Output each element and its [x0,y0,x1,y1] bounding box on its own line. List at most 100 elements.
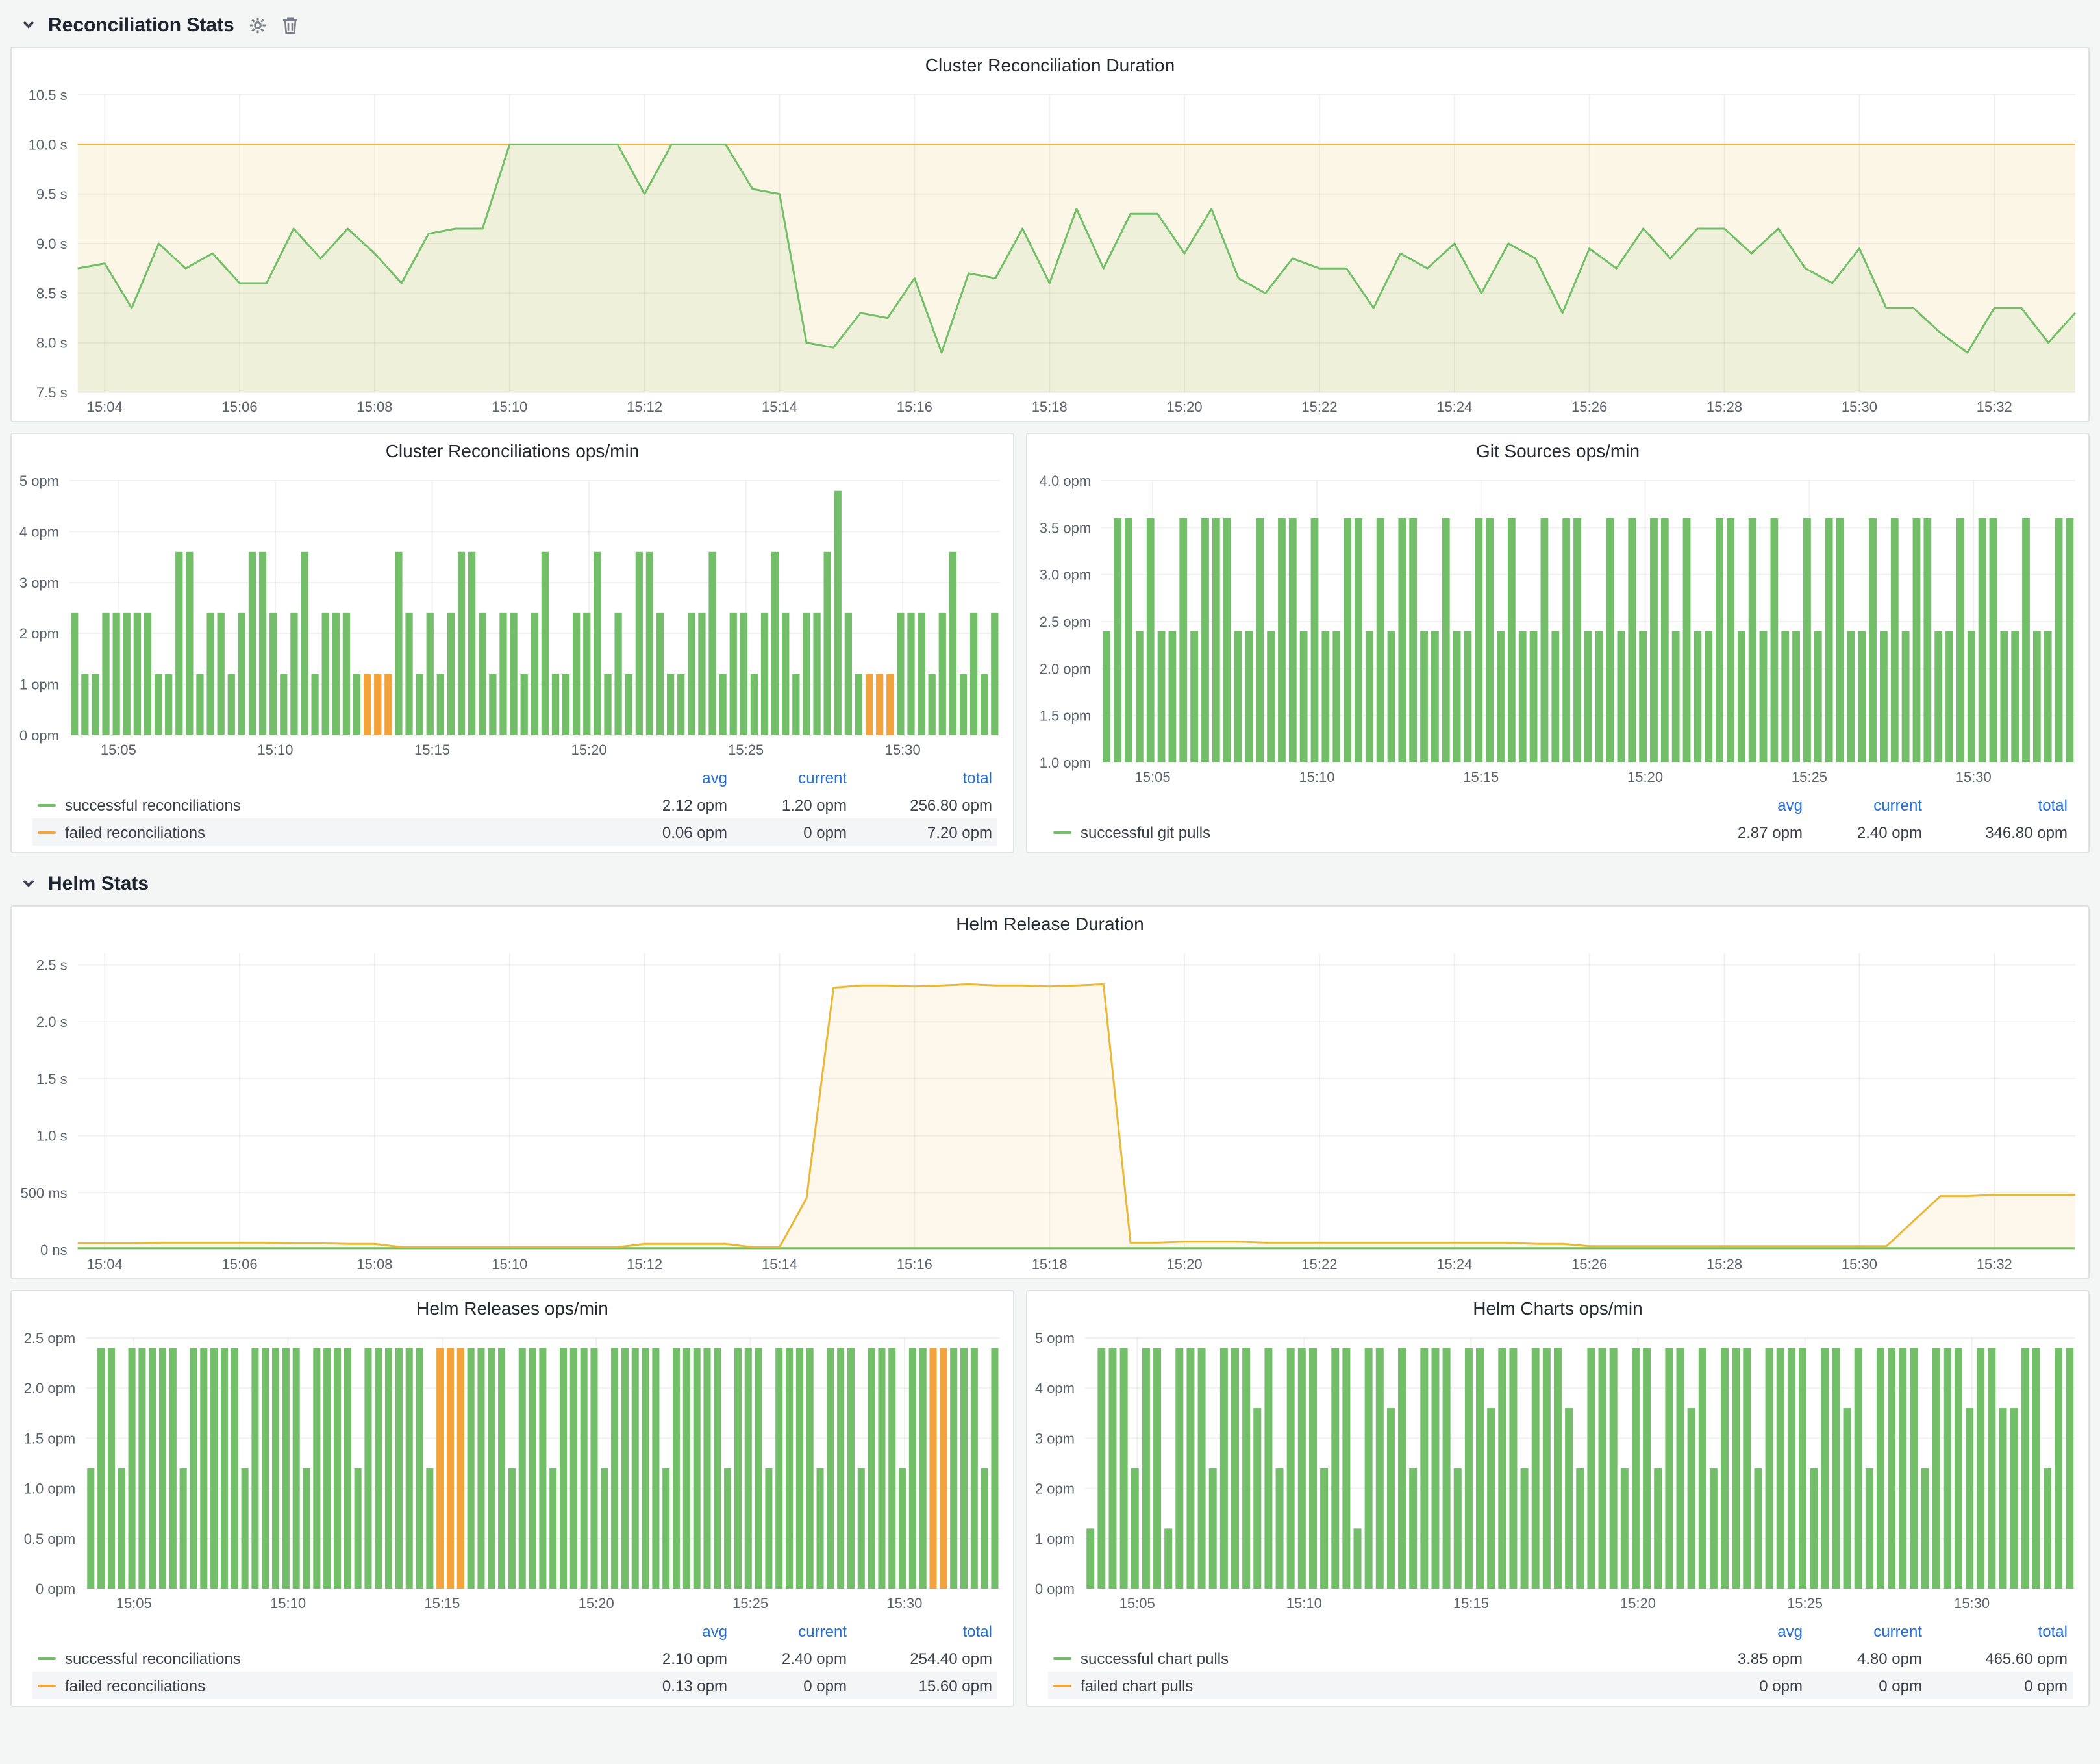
legend-row[interactable]: failed reconciliations0.13 opm0 opm15.60… [32,1672,997,1699]
legend-header: avgcurrenttotal [32,1617,997,1644]
legend-header: avgcurrenttotal [1048,791,2073,818]
series-total: 15.60 opm [847,1676,992,1695]
svg-text:15:25: 15:25 [1792,769,1827,785]
chart-canvas[interactable]: 0 opm1 opm2 opm3 opm4 opm5 opm15:0515:10… [12,468,1013,764]
chart-canvas[interactable]: 1.0 opm1.5 opm2.0 opm2.5 opm3.0 opm3.5 o… [1027,468,2088,791]
svg-text:2.0 opm: 2.0 opm [24,1380,76,1396]
section-header-helm-stats[interactable]: Helm Stats [10,864,2090,903]
svg-text:15:20: 15:20 [1167,1256,1203,1272]
panel-cluster-reconciliation-duration: Cluster Reconciliation Duration 7.5 s8.0… [10,47,2090,422]
series-color-swatch [38,1657,56,1659]
legend-column-header[interactable]: current [727,1622,847,1640]
series-label[interactable]: successful reconciliations [38,796,608,814]
svg-text:15:22: 15:22 [1301,399,1337,415]
series-total: 7.20 opm [847,823,992,841]
panel-title[interactable]: Helm Release Duration [12,907,2088,940]
gear-icon[interactable] [249,15,268,34]
svg-text:15:25: 15:25 [728,742,764,758]
chart-canvas[interactable]: 7.5 s8.0 s8.5 s9.0 s9.5 s10.0 s10.5 s15:… [12,82,2088,421]
legend-column-header[interactable]: total [847,768,992,787]
chart-legend: avgcurrenttotalsuccessful reconciliation… [12,764,1013,852]
series-total: 346.80 opm [1922,823,2068,841]
svg-text:15:15: 15:15 [1463,769,1499,785]
chart-canvas[interactable]: 0 opm0.5 opm1.0 opm1.5 opm2.0 opm2.5 opm… [12,1325,1013,1617]
svg-text:2 opm: 2 opm [19,625,59,642]
dashboard: Reconciliation Stats Cluster Reconciliat… [0,0,2100,1764]
legend-column-header[interactable]: total [1922,1622,2068,1640]
svg-text:15:12: 15:12 [627,1256,662,1272]
legend-column-header[interactable]: avg [608,1622,727,1640]
svg-text:0.5 opm: 0.5 opm [24,1531,76,1547]
panel-helm-release-duration: Helm Release Duration 0 ns500 ms1.0 s1.5… [10,905,2090,1279]
svg-text:15:20: 15:20 [1620,1595,1656,1611]
legend-column-header[interactable]: current [1803,1622,1922,1640]
panel-cluster-reconciliations-opm: Cluster Reconciliations ops/min 0 opm1 o… [10,433,1014,853]
svg-text:1 opm: 1 opm [1035,1531,1075,1547]
panel-title[interactable]: Helm Charts ops/min [1027,1291,2088,1325]
chart-canvas[interactable]: 0 ns500 ms1.0 s1.5 s2.0 s2.5 s15:0415:06… [12,940,2088,1278]
series-current: 4.80 opm [1803,1649,1922,1667]
legend-column-header[interactable]: total [1922,796,2068,814]
series-color-swatch [38,1684,56,1687]
legend-row[interactable]: successful reconciliations2.12 opm1.20 o… [32,791,997,818]
svg-text:0 ns: 0 ns [40,1242,68,1258]
series-color-swatch [1053,831,1071,833]
panel-title[interactable]: Helm Releases ops/min [12,1291,1013,1325]
svg-text:0 opm: 0 opm [19,727,59,744]
series-label[interactable]: successful chart pulls [1053,1649,1683,1667]
chart-legend: avgcurrenttotalsuccessful reconciliation… [12,1617,1013,1706]
svg-text:4 opm: 4 opm [1035,1380,1075,1396]
svg-text:15:15: 15:15 [424,1595,460,1611]
series-avg: 2.87 opm [1683,823,1803,841]
series-label[interactable]: failed chart pulls [1053,1676,1683,1695]
svg-text:15:20: 15:20 [1167,399,1203,415]
svg-text:9.0 s: 9.0 s [36,236,68,252]
legend-row[interactable]: successful chart pulls3.85 opm4.80 opm46… [1048,1644,2073,1672]
svg-text:15:30: 15:30 [1956,769,1992,785]
svg-text:4 opm: 4 opm [19,523,59,540]
panel-title[interactable]: Cluster Reconciliation Duration [12,48,2088,82]
svg-text:15:14: 15:14 [762,399,797,415]
svg-text:15:10: 15:10 [1286,1595,1322,1611]
legend-column-header[interactable]: avg [608,768,727,787]
svg-text:15:05: 15:05 [101,742,136,758]
svg-text:15:24: 15:24 [1436,1256,1472,1272]
svg-text:5 opm: 5 opm [19,473,59,489]
panel-title[interactable]: Cluster Reconciliations ops/min [12,434,1013,468]
legend-row[interactable]: failed reconciliations0.06 opm0 opm7.20 … [32,818,997,846]
legend-column-header[interactable]: avg [1683,796,1803,814]
svg-text:15:15: 15:15 [414,742,450,758]
legend-header: avgcurrenttotal [32,764,997,791]
legend-row[interactable]: successful git pulls2.87 opm2.40 opm346.… [1048,818,2073,846]
series-label[interactable]: successful reconciliations [38,1649,608,1667]
legend-column-header[interactable]: current [727,768,847,787]
series-color-swatch [1053,1684,1071,1687]
legend-column-header[interactable]: current [1803,796,1922,814]
legend-row[interactable]: failed chart pulls0 opm0 opm0 opm [1048,1672,2073,1699]
chart-legend: avgcurrenttotalsuccessful git pulls2.87 … [1027,791,2088,852]
svg-text:15:30: 15:30 [1842,399,1877,415]
trash-icon[interactable] [282,15,299,34]
legend-column-header[interactable]: avg [1683,1622,1803,1640]
series-label[interactable]: successful git pulls [1053,823,1683,841]
svg-text:15:26: 15:26 [1571,399,1607,415]
panel-title[interactable]: Git Sources ops/min [1027,434,2088,468]
svg-text:15:20: 15:20 [571,742,607,758]
series-label[interactable]: failed reconciliations [38,1676,608,1695]
series-current: 0 opm [727,823,847,841]
legend-column-header[interactable]: total [847,1622,992,1640]
section-header-reconciliation-stats[interactable]: Reconciliation Stats [10,5,2090,44]
svg-text:15:10: 15:10 [1299,769,1334,785]
svg-text:8.5 s: 8.5 s [36,285,68,301]
svg-text:15:10: 15:10 [270,1595,306,1611]
chart-canvas[interactable]: 0 opm1 opm2 opm3 opm4 opm5 opm15:0515:10… [1027,1325,2088,1617]
series-label[interactable]: failed reconciliations [38,823,608,841]
svg-text:15:12: 15:12 [627,399,662,415]
svg-text:10.5 s: 10.5 s [29,87,68,103]
svg-text:9.5 s: 9.5 s [36,186,68,203]
legend-row[interactable]: successful reconciliations2.10 opm2.40 o… [32,1644,997,1672]
svg-text:3 opm: 3 opm [19,575,59,591]
legend-header: avgcurrenttotal [1048,1617,2073,1644]
panel-git-sources-opm: Git Sources ops/min 1.0 opm1.5 opm2.0 op… [1026,433,2090,853]
series-avg: 2.12 opm [608,796,727,814]
